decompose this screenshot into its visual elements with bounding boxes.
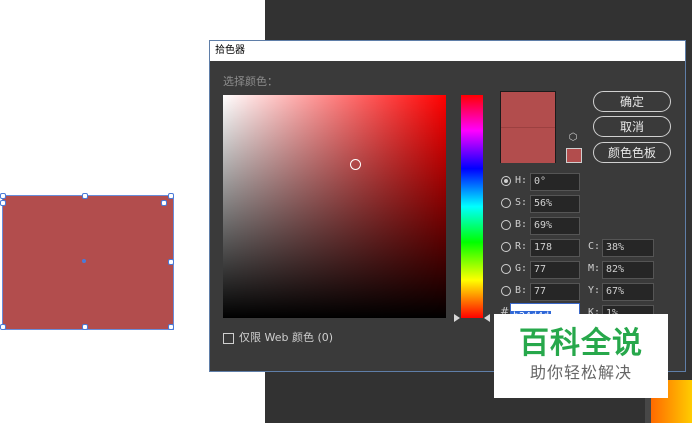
saturation-label: S:	[515, 197, 528, 208]
color-swatches-button[interactable]: 颜色色板	[593, 142, 671, 163]
hue-field[interactable]: 0°	[530, 173, 580, 191]
watermark-subtitle: 助你轻松解决	[529, 363, 632, 382]
current-color-swatch[interactable]	[501, 127, 555, 163]
selected-rectangle-shape[interactable]	[0, 193, 174, 330]
magenta-field[interactable]: 82%	[602, 261, 654, 279]
center-point	[82, 259, 86, 263]
selection-handle-corner-inner-left[interactable]	[0, 200, 6, 206]
web-colors-only-checkbox[interactable]: 仅限 Web 颜色 (0)	[223, 329, 333, 345]
color-cursor[interactable]	[350, 159, 361, 170]
brightness-field[interactable]: 69%	[530, 217, 580, 235]
dialog-title: 拾色器	[210, 41, 685, 61]
saturation-field[interactable]: 56%	[530, 195, 580, 213]
watermark-logo: 百科全说 助你轻松解决	[494, 314, 668, 398]
cancel-button[interactable]: 取消	[593, 116, 671, 137]
green-field[interactable]: 77	[530, 261, 580, 279]
blue-field[interactable]: 77	[530, 283, 580, 301]
selection-handle-top-left[interactable]	[0, 193, 6, 199]
watermark-title: 百科全说	[519, 326, 643, 361]
saturation-radio[interactable]	[501, 198, 511, 208]
new-color-swatch	[501, 92, 555, 127]
selection-handle-bottom-right[interactable]	[168, 324, 174, 330]
web-safe-swatch[interactable]	[566, 148, 582, 163]
selection-handle-top-right[interactable]	[168, 193, 174, 199]
selection-handle-bottom-left[interactable]	[0, 324, 6, 330]
cyan-label: C:	[588, 241, 601, 252]
hue-radio[interactable]	[501, 176, 511, 186]
web-colors-label: 仅限 Web 颜色 (0)	[239, 331, 334, 344]
brightness-radio[interactable]	[501, 220, 511, 230]
green-label: G:	[515, 263, 528, 274]
red-field[interactable]: 178	[530, 239, 580, 257]
hue-slider-handle-left[interactable]	[454, 314, 460, 322]
selection-handle-corner-inner-right[interactable]	[161, 200, 167, 206]
blue-label: B:	[515, 285, 528, 296]
yellow-field[interactable]: 67%	[602, 283, 654, 301]
gamut-warning-cube-icon[interactable]: ⬡	[567, 132, 579, 144]
hue-slider-handle-right[interactable]	[484, 314, 490, 322]
hue-slider[interactable]	[461, 95, 483, 318]
select-color-label: 选择颜色：	[223, 75, 278, 88]
yellow-label: Y:	[588, 285, 601, 296]
brightness-label: B:	[515, 219, 528, 230]
magenta-label: M:	[588, 263, 601, 274]
ok-button[interactable]: 确定	[593, 91, 671, 112]
green-radio[interactable]	[501, 264, 511, 274]
red-label: R:	[515, 241, 528, 252]
selection-handle-top[interactable]	[82, 193, 88, 199]
selection-handle-bottom[interactable]	[82, 324, 88, 330]
hue-label: H:	[515, 175, 528, 186]
saturation-brightness-field[interactable]	[223, 95, 446, 318]
selection-handle-right[interactable]	[168, 259, 174, 265]
blue-radio[interactable]	[501, 286, 511, 296]
color-preview	[500, 91, 556, 163]
cyan-field[interactable]: 38%	[602, 239, 654, 257]
web-colors-checkbox-box[interactable]	[223, 332, 234, 344]
red-radio[interactable]	[501, 242, 511, 252]
